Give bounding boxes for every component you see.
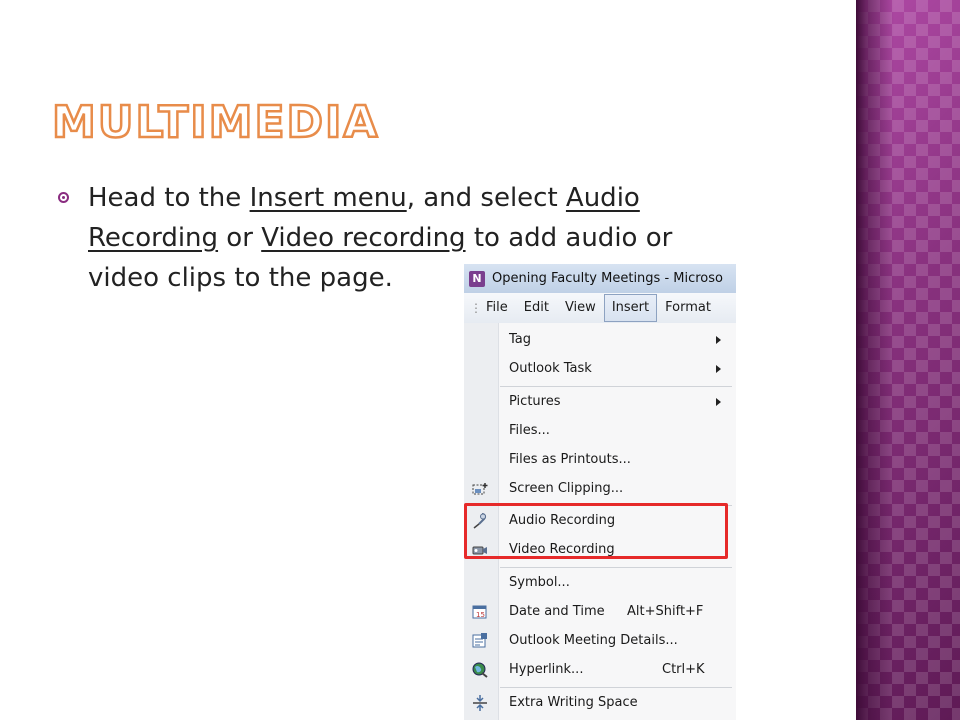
menu-item-outlook-task[interactable]: Outlook Task	[464, 355, 736, 383]
slide-title: Multimedia	[51, 96, 380, 150]
menu-bar: ⋮ File Edit View Insert Format	[464, 293, 736, 324]
menu-separator	[500, 386, 732, 387]
menu-item-files[interactable]: Files...	[464, 417, 736, 445]
meeting-details-icon	[472, 633, 487, 648]
submenu-arrow-icon	[716, 398, 721, 406]
decorative-side-panel	[856, 0, 960, 720]
toolbar-grip-icon: ⋮	[470, 301, 482, 315]
menu-item-outlook-meeting-details[interactable]: Outlook Meeting Details...	[464, 627, 736, 655]
menu-edit[interactable]: Edit	[516, 294, 557, 322]
date-time-shortcut: Alt+Shift+F	[627, 604, 704, 619]
audio-recording-link-cont[interactable]: Recording	[88, 223, 218, 253]
onenote-screenshot: N Opening Faculty Meetings - Microso ⋮ F…	[464, 264, 736, 720]
calendar-icon: 15	[472, 605, 487, 619]
svg-text:15: 15	[476, 611, 485, 619]
recording-highlight-box	[464, 503, 728, 559]
menu-item-pictures[interactable]: Pictures	[464, 388, 736, 416]
menu-separator	[500, 567, 732, 568]
menu-insert[interactable]: Insert	[603, 294, 658, 322]
bullet-line-1: Head to the Insert menu, and select Audi…	[88, 183, 640, 213]
bullet-line-2: Recording or Video recording to add audi…	[88, 223, 673, 253]
menu-file[interactable]: File	[478, 294, 516, 322]
menu-view[interactable]: View	[557, 294, 604, 322]
audio-recording-link[interactable]: Audio	[566, 183, 640, 213]
menu-item-date-and-time[interactable]: 15 Date and Time Alt+Shift+F	[464, 598, 736, 626]
bullet-icon	[58, 192, 69, 203]
bullet-line-3: video clips to the page.	[88, 263, 393, 293]
window-titlebar: N Opening Faculty Meetings - Microso	[464, 264, 736, 293]
window-title: Opening Faculty Meetings - Microso	[492, 271, 723, 286]
submenu-arrow-icon	[716, 336, 721, 344]
menu-item-hyperlink[interactable]: Hyperlink... Ctrl+K	[464, 656, 736, 684]
screen-clipping-icon	[472, 483, 488, 495]
hyperlink-shortcut: Ctrl+K	[662, 662, 705, 677]
menu-item-tag[interactable]: Tag	[464, 326, 736, 354]
onenote-app-icon: N	[469, 270, 485, 287]
menu-separator	[500, 687, 732, 688]
menu-item-extra-writing-space[interactable]: Extra Writing Space	[464, 689, 736, 717]
video-recording-link[interactable]: Video recording	[261, 223, 465, 253]
extra-space-icon	[473, 695, 487, 711]
submenu-arrow-icon	[716, 365, 721, 373]
globe-icon	[472, 662, 488, 678]
insert-menu-link[interactable]: Insert menu	[250, 183, 407, 213]
menu-format[interactable]: Format	[657, 294, 719, 322]
menu-item-screen-clipping[interactable]: Screen Clipping...	[464, 475, 736, 503]
menu-item-files-as-printouts[interactable]: Files as Printouts...	[464, 446, 736, 474]
menu-item-symbol[interactable]: Symbol...	[464, 569, 736, 597]
